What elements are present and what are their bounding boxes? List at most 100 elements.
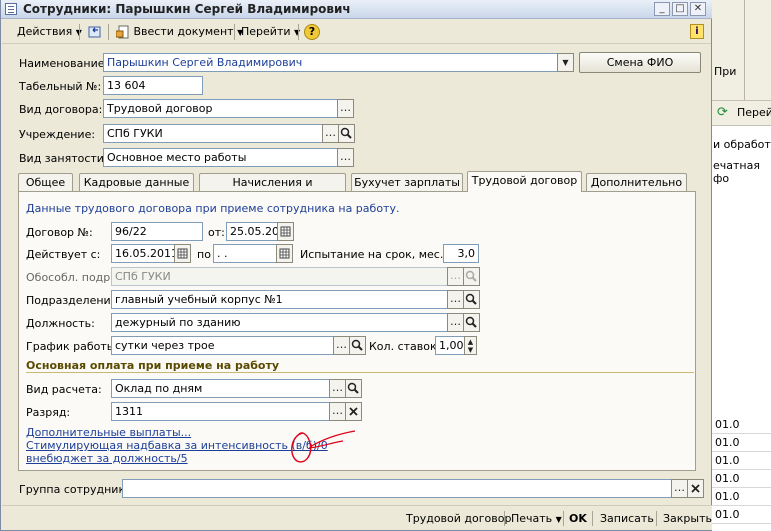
change-name-button[interactable]: Смена ФИО	[579, 52, 701, 73]
grade-select-button[interactable]: …	[329, 402, 346, 421]
save-button[interactable]: Записать	[596, 509, 658, 528]
title-bar[interactable]: Сотрудники: Парышкин Сергей Владимирович…	[1, 0, 712, 19]
back-button[interactable]	[85, 23, 105, 41]
toolbar-separator	[79, 24, 80, 40]
calc-type-select-button[interactable]: …	[329, 379, 346, 398]
employment-type-input[interactable]: Основное место работы	[103, 148, 338, 167]
footer-separator	[656, 511, 657, 526]
contract-date-calendar-button[interactable]	[277, 222, 294, 241]
institution-label: Учреждение:	[19, 128, 96, 141]
calc-type-search-button[interactable]	[345, 379, 362, 398]
name-dropdown-button[interactable]: ▼	[557, 53, 574, 72]
valid-from-label: Действует с:	[26, 248, 101, 261]
minimize-button[interactable]: _	[654, 2, 670, 16]
info-icon[interactable]: i	[690, 24, 704, 39]
bg-right-grid: 01.0 01.0 01.0 01.0 01.0 01.0	[711, 416, 771, 531]
close-button[interactable]: ✕	[690, 2, 706, 16]
rates-input[interactable]: 1,00	[435, 336, 465, 355]
schedule-input[interactable]: сутки через трое	[111, 336, 334, 355]
annotation-scribble	[291, 430, 356, 463]
ok-button[interactable]: OK	[565, 509, 591, 528]
grade-input[interactable]: 1311	[111, 402, 330, 421]
valid-to-input[interactable]: . .	[213, 244, 277, 263]
contract-date-label: от:	[208, 226, 225, 239]
magnifier-icon	[465, 270, 477, 282]
refresh-icon: ⟳	[717, 105, 728, 120]
department-input[interactable]: главный учебный корпус №1	[111, 290, 448, 309]
calendar-icon	[279, 248, 290, 259]
valid-from-calendar-button[interactable]	[174, 244, 191, 263]
branch-select-button: …	[447, 267, 464, 286]
rates-stepper[interactable]: ▲ ▼	[464, 336, 477, 355]
bg-grid-cell: 01.0	[711, 470, 771, 488]
bg-grid-cell: 01.0	[711, 434, 771, 452]
tab-label: Бухучет зарплаты	[354, 176, 460, 189]
dropdown-arrow-icon: ▼	[555, 515, 562, 524]
help-icon[interactable]: ?	[304, 24, 320, 40]
contract-number-input[interactable]: 96/22	[111, 222, 203, 241]
institution-select-button[interactable]: …	[322, 124, 339, 143]
bg-grid-cell: 01.0	[711, 452, 771, 470]
tab-number-label: Табельный №:	[19, 80, 102, 93]
bg-right-text: ечатная фо	[713, 159, 760, 185]
additional-payments-link[interactable]: Дополнительные выплаты...	[26, 426, 191, 439]
department-select-button[interactable]: …	[447, 290, 464, 309]
tab-personnel[interactable]: Кадровые данные	[79, 173, 194, 191]
grade-clear-button[interactable]	[345, 402, 362, 421]
goto-menu[interactable]: Перейти ▼	[238, 23, 303, 41]
tab-employment-contract[interactable]: Трудовой договор	[467, 171, 582, 192]
department-search-button[interactable]	[463, 290, 480, 309]
toolbar-separator	[234, 24, 235, 40]
branch-search-button	[463, 267, 480, 286]
employee-window: Сотрудники: Парышкин Сергей Владимирович…	[0, 0, 712, 531]
bg-grid-cell: 01.0	[711, 488, 771, 506]
institution-input[interactable]: СПб ГУКИ	[103, 124, 323, 143]
bg-right-text: и обработ	[713, 138, 771, 151]
position-input[interactable]: дежурный по зданию	[111, 313, 448, 332]
position-search-button[interactable]	[463, 313, 480, 332]
window-title: Сотрудники: Парышкин Сергей Владимирович	[23, 2, 351, 16]
employee-group-input[interactable]	[122, 479, 672, 498]
enter-document-menu[interactable]: Ввести документ ▼	[113, 23, 246, 41]
group-clear-button[interactable]	[687, 479, 704, 498]
contract-type-label: Вид договора:	[19, 103, 103, 116]
position-label: Должность:	[26, 317, 95, 330]
tab-additional[interactable]: Дополнительно	[586, 173, 687, 191]
rates-label: Кол. ставок:	[369, 340, 441, 353]
contract-date-input[interactable]: 25.05.2011	[226, 222, 278, 241]
magnifier-icon	[465, 293, 477, 305]
maximize-button[interactable]: □	[672, 2, 688, 16]
tab-accruals[interactable]: Начисления и удержания	[199, 173, 346, 206]
document-icon	[116, 25, 130, 39]
name-input[interactable]: Парышкин Сергей Владимирович	[103, 53, 558, 72]
calc-type-input[interactable]: Оклад по дням	[111, 379, 330, 398]
group-select-button[interactable]: …	[671, 479, 688, 498]
position-select-button[interactable]: …	[447, 313, 464, 332]
employment-type-label: Вид занятости:	[19, 152, 108, 165]
probation-input[interactable]: 3,0	[443, 244, 479, 263]
form-icon	[5, 3, 17, 15]
schedule-select-button[interactable]: …	[333, 336, 350, 355]
bg-goto-button: Перей	[737, 106, 771, 119]
footer-bar: Трудовой договор Печать ▼ OK Записать За…	[2, 505, 712, 530]
valid-from-input[interactable]: 16.05.2011	[111, 244, 175, 263]
actions-menu[interactable]: Действия ▼	[14, 23, 85, 41]
extra-budget-link[interactable]: внебюджет за должность/5	[26, 452, 188, 465]
employment-type-select-button[interactable]: …	[337, 148, 354, 167]
actions-label: Действия	[17, 25, 73, 38]
schedule-search-button[interactable]	[349, 336, 366, 355]
contract-print-button[interactable]: Трудовой договор	[402, 509, 515, 528]
tab-label: Кадровые данные	[83, 176, 190, 189]
institution-search-button[interactable]	[338, 124, 355, 143]
contract-type-select-button[interactable]: …	[337, 99, 354, 118]
tab-payroll-accounting[interactable]: Бухучет зарплаты	[351, 173, 463, 191]
tab-number-input[interactable]: 13 604	[103, 76, 203, 95]
valid-to-calendar-button[interactable]	[276, 244, 293, 263]
tab-general[interactable]: Общее	[18, 173, 73, 191]
probation-label: Испытание на срок, мес.:	[300, 248, 448, 261]
close-form-button[interactable]: Закрыть	[659, 509, 716, 528]
clear-icon	[349, 407, 358, 416]
contract-type-input[interactable]: Трудовой договор	[103, 99, 338, 118]
print-menu[interactable]: Печать ▼	[507, 509, 566, 528]
bg-grid-cell: 01.0	[711, 416, 771, 434]
